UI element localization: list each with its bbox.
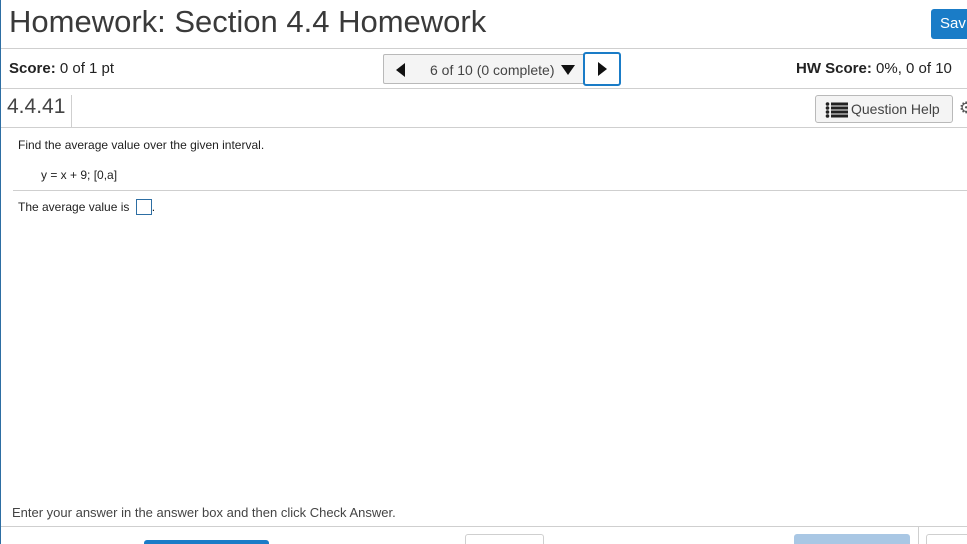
- score-bar: Score: 0 of 1 pt 6 of 10 (0 complete) HW…: [1, 49, 967, 89]
- question-number: 4.4.41: [7, 95, 73, 127]
- settings-gear-icon[interactable]: ⚙: [959, 98, 967, 117]
- score-value: 0 of 1 pt: [55, 60, 115, 77]
- hw-score: HW Score: 0%, 0 of 10: [796, 60, 952, 77]
- footer-separator: [918, 527, 919, 544]
- hw-score-label: HW Score:: [796, 60, 872, 77]
- answer-prefix: The average value is: [18, 200, 133, 215]
- question-toolbar: 4.4.41 Question Help: [1, 89, 967, 128]
- question-help-button[interactable]: Question Help: [815, 95, 953, 123]
- page-number-button[interactable]: [926, 534, 967, 544]
- question-progress-label: 6 of 10 (0 complete): [430, 62, 555, 78]
- answer-line: The average value is .: [18, 199, 156, 216]
- footer-instruction: Enter your answer in the answer box and …: [12, 505, 396, 520]
- triangle-right-icon: [598, 62, 607, 76]
- next-question-button[interactable]: [583, 52, 621, 86]
- hw-score-value: 0%, 0 of 10: [871, 60, 952, 77]
- answer-suffix: .: [151, 200, 156, 215]
- check-answer-button[interactable]: [794, 534, 910, 544]
- clear-all-button[interactable]: [465, 534, 544, 544]
- score-label: Score:: [9, 60, 56, 77]
- homework-header: Homework: Section 4.4 Homework Sav: [1, 0, 967, 49]
- footer-action-bar: [1, 526, 967, 544]
- previous-question-button[interactable]: [383, 54, 417, 84]
- triangle-left-icon: [396, 63, 405, 77]
- question-help-label: Question Help: [851, 101, 940, 117]
- question-equation: y = x + 9; [0,a]: [41, 168, 118, 182]
- list-icon: [825, 102, 848, 118]
- question-instruction: Find the average value over the given in…: [18, 138, 265, 152]
- question-select-dropdown[interactable]: 6 of 10 (0 complete): [416, 54, 584, 84]
- save-button[interactable]: Sav: [931, 9, 967, 39]
- homework-title: Homework: Section 4.4 Homework: [9, 4, 487, 39]
- question-divider: [13, 190, 967, 191]
- triangle-down-icon: [561, 65, 575, 75]
- question-score: Score: 0 of 1 pt: [9, 60, 114, 77]
- answer-input-box[interactable]: [135, 199, 152, 215]
- view-example-button[interactable]: [144, 540, 269, 544]
- homework-page: Homework: Section 4.4 Homework Sav Score…: [0, 0, 967, 544]
